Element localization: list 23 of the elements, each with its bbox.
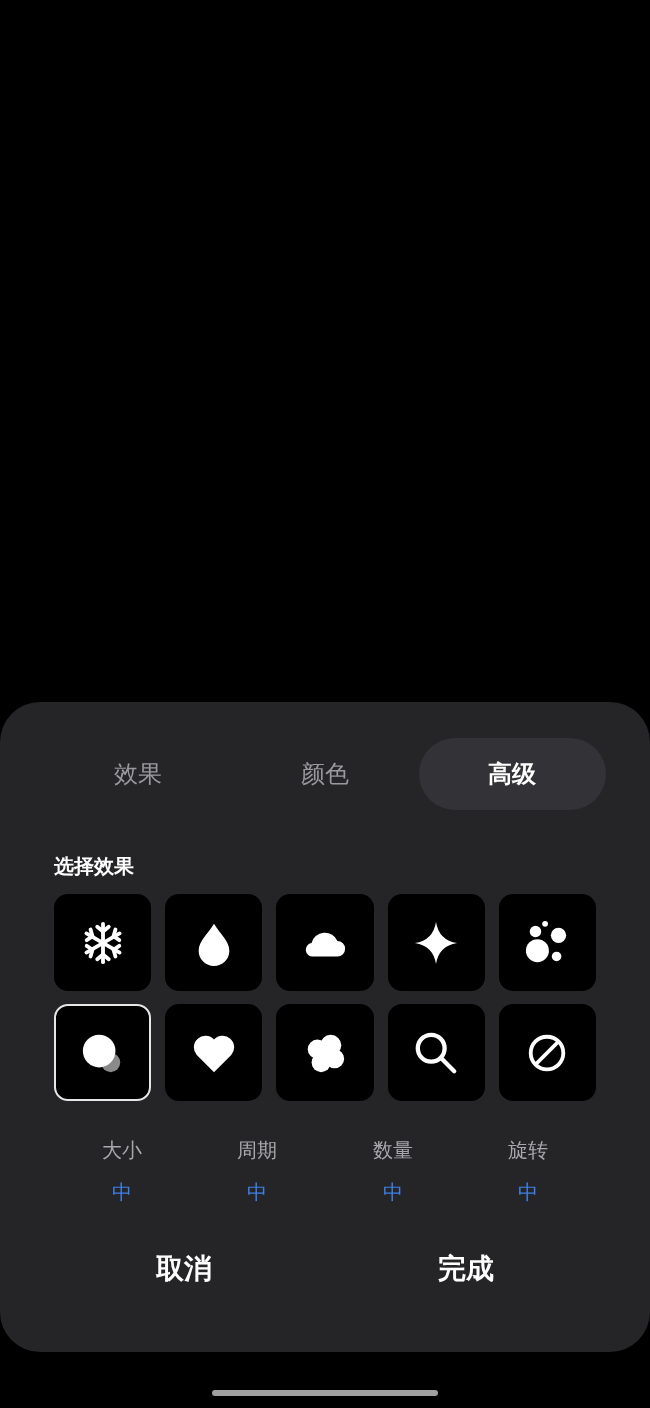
tab[interactable]: 颜色 — [231, 738, 419, 810]
effect-tile[interactable] — [54, 894, 152, 991]
tab[interactable]: 高级 — [418, 738, 606, 810]
setting-value[interactable]: 中 — [518, 1179, 539, 1205]
effect-tile[interactable] — [165, 894, 263, 991]
setting-label: 周期 — [237, 1137, 278, 1163]
effect-tile[interactable] — [276, 1004, 374, 1101]
effect-tile[interactable] — [165, 1004, 263, 1101]
cancel-button[interactable]: 取消 — [148, 1251, 220, 1287]
setting-value[interactable]: 中 — [111, 1179, 132, 1205]
tab[interactable]: 效果 — [44, 738, 232, 810]
effect-tile[interactable] — [498, 894, 596, 991]
effect-tile[interactable] — [498, 1004, 596, 1101]
section-title: 选择效果 — [54, 854, 134, 878]
effect-tile[interactable] — [387, 1004, 485, 1101]
done-button[interactable]: 完成 — [430, 1251, 502, 1287]
effect-tile[interactable] — [387, 894, 485, 991]
setting-value[interactable]: 中 — [382, 1179, 403, 1205]
setting-label: 大小 — [101, 1137, 142, 1163]
effect-tile[interactable] — [276, 894, 374, 991]
setting-label: 旋转 — [508, 1137, 549, 1163]
setting-value[interactable]: 中 — [247, 1179, 268, 1205]
setting-label: 数量 — [372, 1137, 413, 1163]
